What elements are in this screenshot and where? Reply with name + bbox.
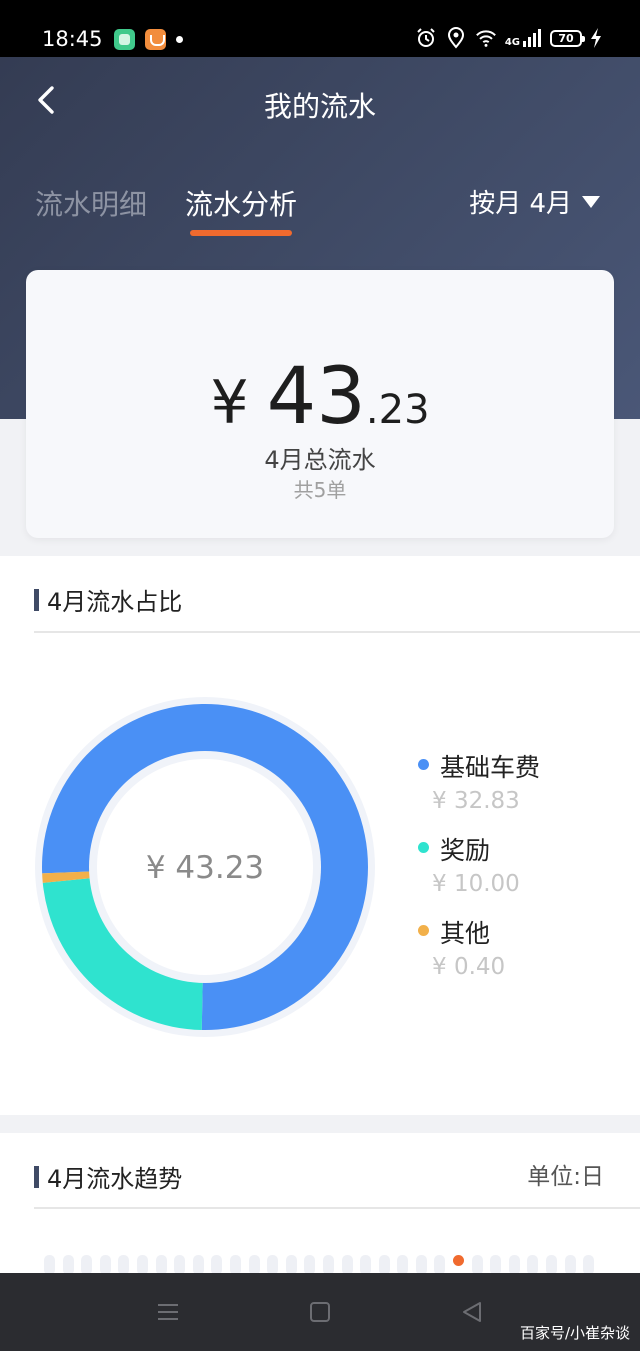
section-title: 4月流水占比 [47, 588, 183, 616]
system-nav-bar: 百家号/小崔杂谈 [0, 1273, 640, 1351]
section-divider [34, 1207, 640, 1209]
app-notification-icon-2 [145, 29, 166, 50]
donut-center-total: ¥ 43.23 [145, 850, 265, 886]
section-accent-bar [34, 588, 39, 611]
more-notifications-icon [176, 36, 183, 43]
section-divider [34, 631, 640, 633]
trend-day-bar [415, 1255, 427, 1275]
amount-decimal: .23 [365, 387, 430, 433]
status-bar: 18:45 4G 70 [0, 0, 640, 57]
donut-chart: ¥ 43.23 [34, 696, 376, 1038]
trend-day-bar [285, 1255, 297, 1275]
trend-day-bar [304, 1255, 316, 1275]
trend-day-bar [118, 1255, 130, 1275]
dropdown-caret-icon [582, 195, 600, 208]
back-triangle-icon[interactable] [459, 1299, 485, 1325]
legend-dot [418, 925, 429, 936]
section-header: 4月流水占比 [34, 582, 182, 617]
trend-day-bar [267, 1255, 279, 1275]
network-type: 4G [504, 37, 520, 48]
trend-day-bar [44, 1255, 55, 1275]
home-icon[interactable] [307, 1299, 333, 1325]
legend-value: ¥ 0.40 [432, 954, 506, 980]
trend-day-bar [471, 1255, 483, 1275]
total-label: 4月总流水 [264, 446, 376, 474]
charging-icon [591, 28, 601, 48]
trend-day-bar [453, 1255, 465, 1266]
trend-day-bar [378, 1255, 390, 1275]
trend-day-bar [341, 1255, 353, 1275]
trend-day-bar [583, 1255, 595, 1275]
legend-value: ¥ 10.00 [432, 871, 520, 897]
trend-day-bar [192, 1255, 204, 1275]
trend-day-bar [397, 1255, 409, 1275]
trend-day-bar [360, 1255, 372, 1275]
watermark: 百家号/小崔杂谈 [519, 1324, 630, 1342]
page-title: 我的流水 [263, 90, 376, 123]
amount-integer: 43 [266, 352, 366, 442]
legend-label: 奖励 [440, 836, 491, 865]
status-time: 18:45 [42, 27, 103, 51]
battery-icon: 70 [550, 29, 585, 47]
unit-label: 单位:日 [527, 1164, 604, 1190]
section-accent-bar [34, 1165, 39, 1188]
month-selector[interactable]: 按月 4月 [469, 183, 600, 220]
trend-day-bar [136, 1255, 148, 1275]
tab-flow-detail[interactable]: 流水明细 [35, 183, 147, 223]
trend-day-bar [322, 1255, 334, 1275]
currency-symbol: ¥ [210, 368, 249, 438]
trend-day-bar [81, 1255, 93, 1275]
trend-day-bar [546, 1255, 558, 1275]
trend-day-bar [155, 1255, 167, 1275]
trend-day-bar [62, 1255, 74, 1275]
income-share-section: 4月流水占比 ¥ 43.23 基础车费 ¥ 32.83 奖励 ¥ 10.00 其… [0, 556, 640, 1115]
trend-day-bar [248, 1255, 260, 1275]
active-tab-indicator [190, 230, 292, 236]
trend-day-bar [490, 1255, 502, 1275]
trend-day-bar [99, 1255, 111, 1275]
cellular-icon: 4G [505, 28, 542, 48]
total-income-card: ¥43.23 4月总流水 共5单 [26, 270, 614, 538]
section-header: 4月流水趋势 [34, 1159, 182, 1194]
trend-day-bar [434, 1255, 446, 1275]
order-count: 共5单 [293, 478, 347, 502]
income-trend-section: 4月流水趋势 单位:日 [0, 1133, 640, 1275]
location-icon [447, 27, 464, 49]
trend-day-bar [508, 1255, 520, 1275]
wifi-icon [475, 30, 496, 47]
trend-day-bar [527, 1255, 539, 1275]
legend-label: 其他 [440, 919, 491, 948]
month-selector-label: 按月 4月 [469, 189, 572, 219]
status-icons: 4G 70 [415, 27, 602, 49]
legend-dot [418, 842, 429, 853]
menu-icon[interactable] [155, 1299, 181, 1325]
legend-dot [418, 759, 429, 770]
total-amount: ¥43.23 [26, 352, 614, 442]
legend-label: 基础车费 [440, 753, 541, 782]
section-title: 4月流水趋势 [47, 1165, 183, 1193]
trend-day-bar [564, 1255, 576, 1275]
alarm-icon [417, 28, 435, 47]
app-notification-icon [114, 29, 135, 50]
legend-value: ¥ 32.83 [432, 788, 520, 814]
trend-chart [44, 1255, 595, 1275]
trend-day-bar [211, 1255, 223, 1275]
tab-flow-analysis[interactable]: 流水分析 [185, 183, 297, 223]
trend-day-bar [229, 1255, 241, 1275]
signal-bars-icon [523, 29, 541, 47]
trend-day-bar [174, 1255, 186, 1275]
